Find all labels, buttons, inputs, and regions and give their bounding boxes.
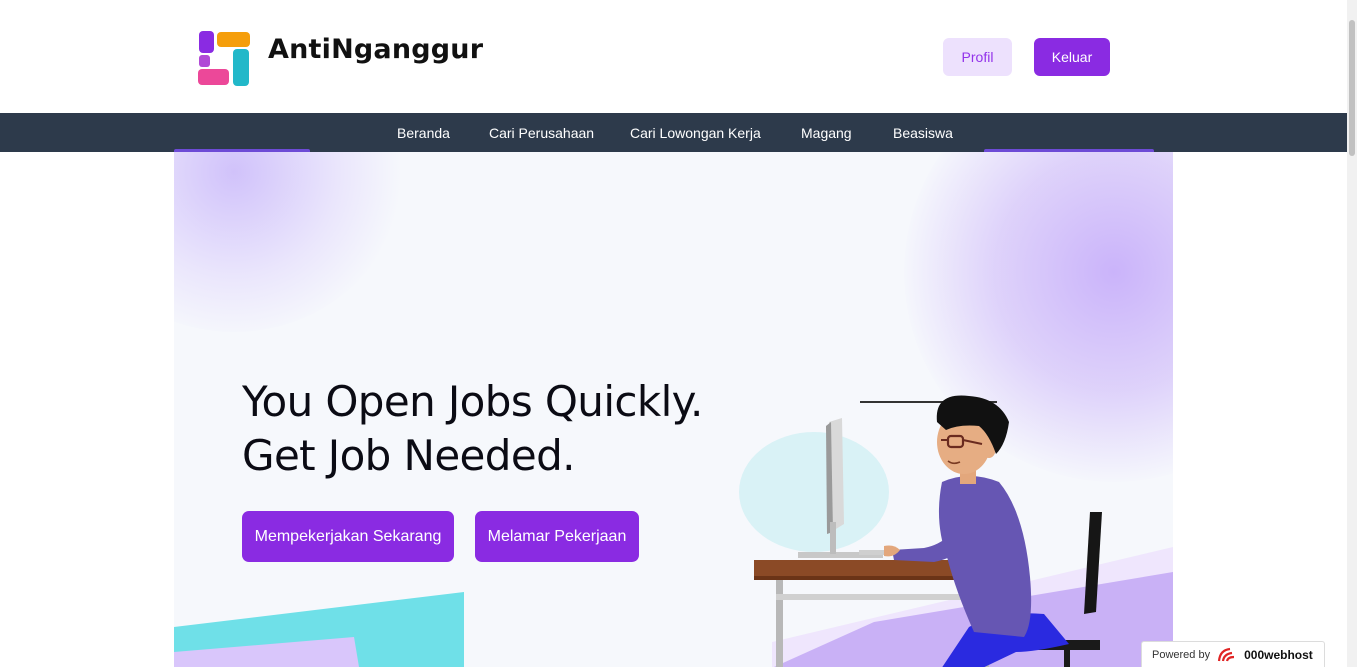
nav-item-cari-lowongan-kerja[interactable]: Cari Lowongan Kerja [630, 125, 761, 141]
person-at-computer-illustration [739, 395, 1102, 667]
logout-button[interactable]: Keluar [1034, 38, 1110, 76]
antinganggur-logo-icon[interactable] [197, 31, 251, 87]
apply-job-button[interactable]: Melamar Pekerjaan [475, 511, 639, 562]
top-header: AntiNganggur Profil Keluar [0, 0, 1347, 113]
profile-button[interactable]: Profil [943, 38, 1012, 76]
scrollbar-thumb[interactable] [1349, 20, 1355, 156]
nav-item-beasiswa[interactable]: Beasiswa [893, 125, 953, 141]
hero-title-line-2: Get Job Needed. [242, 431, 576, 480]
hire-now-button[interactable]: Mempekerjakan Sekarang [242, 511, 454, 562]
nav-item-cari-perusahaan[interactable]: Cari Perusahaan [489, 125, 594, 141]
nav-item-beranda[interactable]: Beranda [397, 125, 450, 141]
host-name: 000webhost [1244, 647, 1313, 662]
000webhost-logo-icon [1217, 647, 1235, 661]
main-nav: Beranda Cari Perusahaan Cari Lowongan Ke… [0, 113, 1347, 152]
nav-item-magang[interactable]: Magang [801, 125, 852, 141]
powered-by-badge[interactable]: Powered by 000webhost [1141, 641, 1325, 667]
hero-section: You Open Jobs Quickly. Get Job Needed. M… [174, 152, 1173, 667]
brand-name[interactable]: AntiNganggur [268, 34, 483, 65]
hero-title: You Open Jobs Quickly. Get Job Needed. [242, 375, 703, 483]
page-scrollbar[interactable] [1347, 0, 1357, 667]
hero-title-line-1: You Open Jobs Quickly. [242, 377, 703, 426]
powered-by-label: Powered by [1152, 648, 1211, 661]
